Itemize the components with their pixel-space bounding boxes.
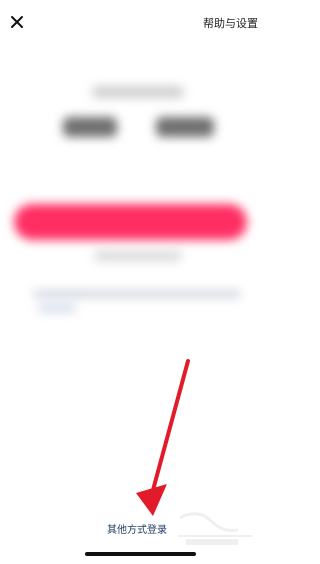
blurred-login-button — [14, 204, 247, 240]
blurred-agreement-line-2 — [38, 305, 76, 312]
blurred-header-line — [92, 86, 184, 98]
watermark-logo — [178, 512, 252, 545]
blurred-agreement-line — [33, 290, 241, 298]
blurred-phone-left — [63, 117, 117, 137]
home-indicator — [85, 552, 196, 556]
other-login-methods-link[interactable]: 其他方式登录 — [107, 521, 167, 536]
blurred-content — [0, 0, 280, 564]
blurred-phone-right — [156, 117, 214, 137]
blurred-subtext — [94, 251, 182, 261]
